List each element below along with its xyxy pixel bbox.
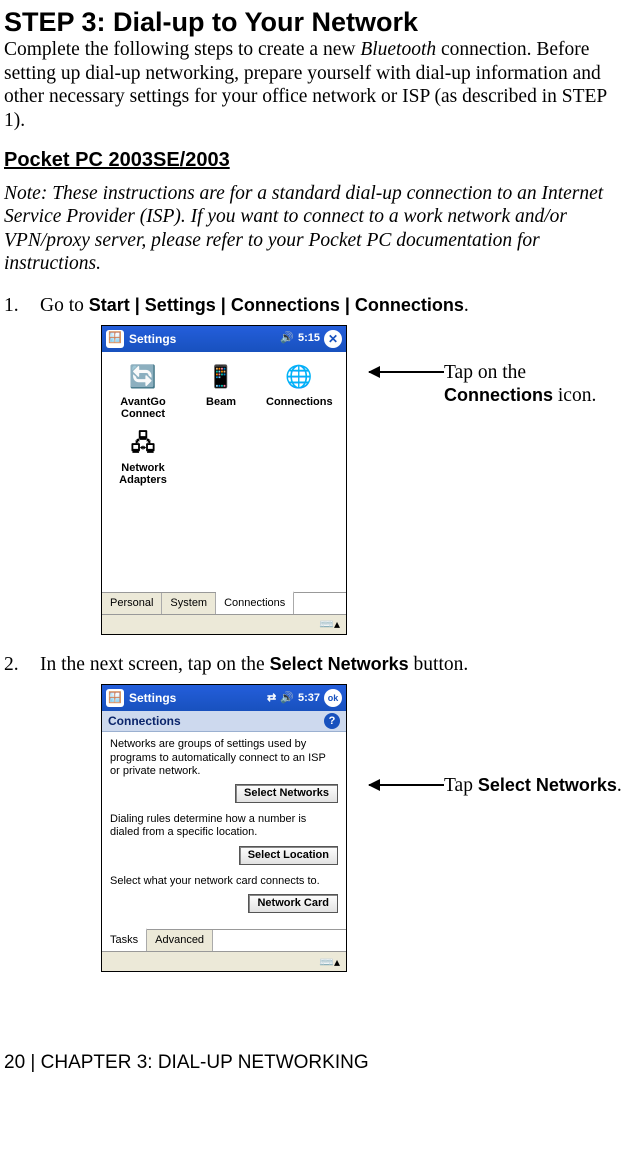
ppc2-subheader-text: Connections (108, 714, 181, 728)
beam-icon[interactable]: 📱 Beam (188, 360, 254, 420)
avantgo-connect-icon[interactable]: 🔄 AvantGo Connect (110, 360, 176, 420)
netadapters-label: Network Adapters (110, 462, 176, 486)
figure-1-row: 🪟 Settings 🔊 5:15 ✕ 🔄 AvantGo Connect 📱 … (4, 325, 625, 635)
netadapters-glyph-icon: 🖧 (126, 426, 160, 460)
c2-post: . (617, 775, 622, 796)
s1-bold: Start | Settings | Connections | Connect… (89, 295, 464, 315)
keyboard-icon[interactable]: ⌨️▴ (319, 617, 340, 631)
select-location-button[interactable]: Select Location (239, 846, 338, 865)
ppc2-time[interactable]: 5:37 (298, 692, 320, 705)
ppc1-titlebar: 🪟 Settings 🔊 5:15 ✕ (102, 326, 346, 352)
ppc1-sip-bar[interactable]: ⌨️▴ (102, 614, 346, 634)
intro-em: Bluetooth (360, 39, 436, 60)
avantgo-label: AvantGo Connect (110, 396, 176, 420)
connections-label: Connections (266, 396, 332, 408)
avantgo-glyph-icon: 🔄 (126, 360, 160, 394)
list-num-1: 1. (4, 294, 40, 317)
section-heading: Pocket PC 2003SE/2003 (4, 148, 625, 172)
callout-2: Tap Select Networks. (444, 684, 625, 797)
select-networks-button[interactable]: Select Networks (235, 784, 338, 803)
c1-post: icon. (553, 385, 596, 406)
tab-advanced[interactable]: Advanced (147, 930, 213, 951)
tab-connections[interactable]: Connections (216, 591, 294, 614)
ppc-screenshot-1: 🪟 Settings 🔊 5:15 ✕ 🔄 AvantGo Connect 📱 … (101, 325, 347, 635)
keyboard-icon[interactable]: ⌨️▴ (319, 955, 340, 969)
ppc-screenshot-2: 🪟 Settings ⇄ 🔊 5:37 ok Connections ? Net… (101, 684, 347, 972)
ppc2-title: Settings (129, 691, 176, 705)
intro-pre: Complete the following steps to create a… (4, 39, 360, 60)
s2-pre: In the next screen, tap on the (40, 654, 270, 675)
step-title: STEP 3: Dial-up to Your Network (4, 6, 625, 38)
s1-post: . (464, 295, 469, 316)
c1-bold: Connections (444, 385, 553, 405)
beam-label: Beam (188, 396, 254, 408)
connectivity-icon[interactable]: ⇄ (267, 692, 276, 705)
start-flag-icon[interactable]: 🪟 (106, 330, 124, 348)
ppc2-subheader: Connections ? (102, 711, 346, 732)
ppc2-titlebar: 🪟 Settings ⇄ 🔊 5:37 ok (102, 685, 346, 711)
connections-glyph-icon: 🌐 (282, 360, 316, 394)
network-card-button[interactable]: Network Card (248, 894, 338, 913)
ok-button[interactable]: ok (324, 689, 342, 707)
help-icon[interactable]: ? (324, 713, 340, 729)
start-flag-icon[interactable]: 🪟 (106, 689, 124, 707)
speaker-icon[interactable]: 🔊 (280, 332, 294, 345)
tab-personal[interactable]: Personal (102, 593, 162, 614)
c1-pre: Tap on the (444, 362, 526, 383)
arrow-icon (369, 371, 444, 373)
c2-bold: Select Networks (478, 775, 617, 795)
tab-tasks[interactable]: Tasks (102, 928, 147, 951)
connections-icon[interactable]: 🌐 Connections (266, 360, 332, 420)
section-note: Note: These instructions are for a stand… (4, 182, 625, 276)
ppc2-p1: Networks are groups of settings used by … (110, 738, 338, 778)
figure-2-row: 🪟 Settings ⇄ 🔊 5:37 ok Connections ? Net… (4, 684, 625, 972)
ppc1-title: Settings (129, 332, 176, 346)
s2-post: button. (409, 654, 469, 675)
beam-glyph-icon: 📱 (204, 360, 238, 394)
list-num-2: 2. (4, 653, 40, 676)
ppc2-tabs: Tasks Advanced (102, 929, 346, 951)
ppc1-tabs: Personal System Connections (102, 592, 346, 614)
close-icon[interactable]: ✕ (324, 330, 342, 348)
list-item-2: 2. In the next screen, tap on the Select… (4, 653, 625, 676)
speaker-icon[interactable]: 🔊 (280, 692, 294, 705)
callout-1: Tap on the Connections icon. (444, 325, 625, 408)
ppc1-time[interactable]: 5:15 (298, 332, 320, 345)
page-footer: 20 | CHAPTER 3: DIAL-UP NETWORKING (4, 1052, 625, 1075)
ppc2-sip-bar[interactable]: ⌨️▴ (102, 951, 346, 971)
network-adapters-icon[interactable]: 🖧 Network Adapters (110, 426, 176, 486)
list-item-1: 1. Go to Start | Settings | Connections … (4, 294, 625, 317)
ppc2-p2: Dialing rules determine how a number is … (110, 813, 338, 839)
s1-pre: Go to (40, 295, 89, 316)
intro-paragraph: Complete the following steps to create a… (4, 38, 625, 132)
tab-system[interactable]: System (162, 593, 216, 614)
arrow-icon (369, 784, 444, 786)
c2-pre: Tap (444, 775, 478, 796)
s2-bold: Select Networks (270, 654, 409, 674)
ppc2-p3: Select what your network card connects t… (110, 875, 338, 888)
ppc2-body: Networks are groups of settings used by … (102, 732, 346, 929)
